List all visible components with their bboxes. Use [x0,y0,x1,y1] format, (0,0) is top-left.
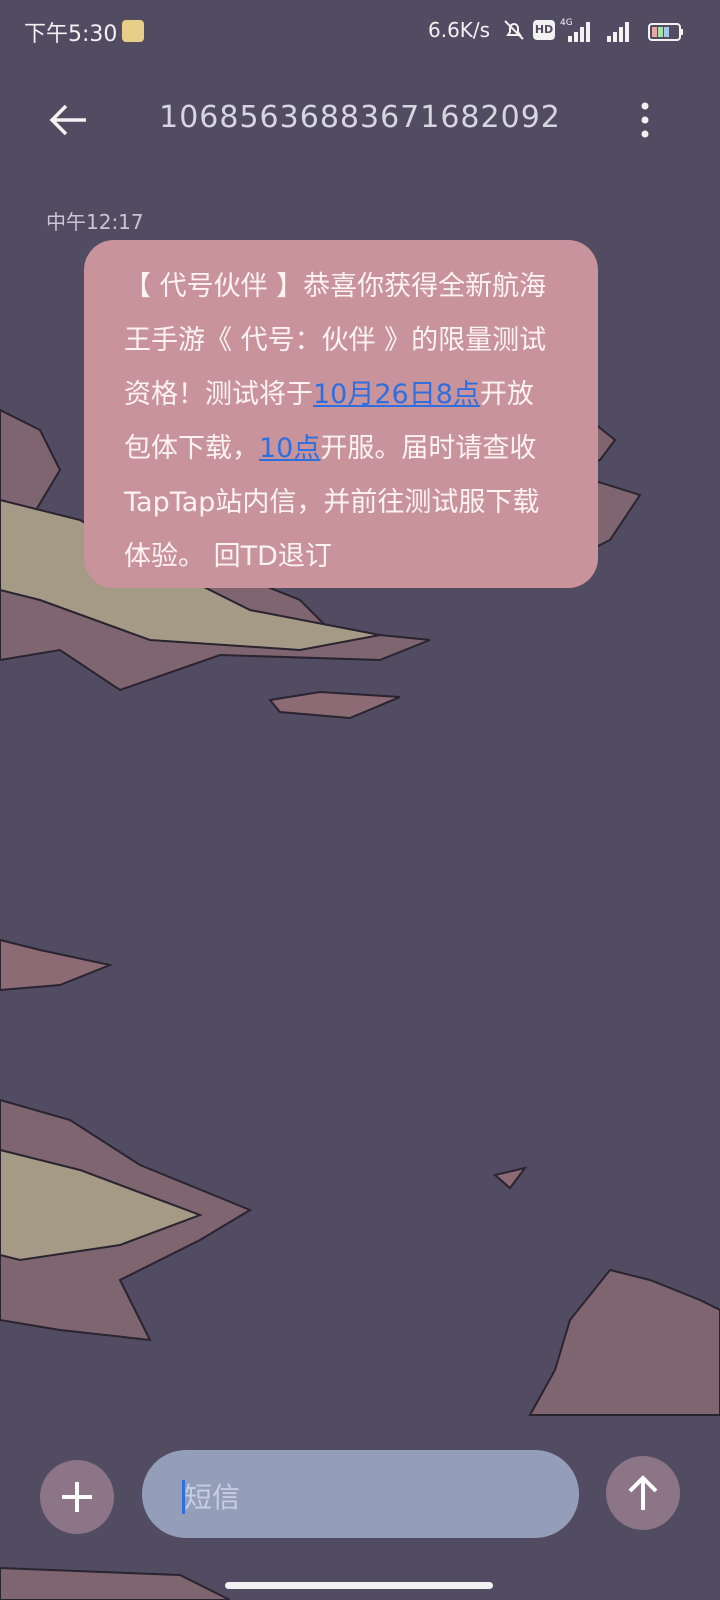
message-timestamp: 中午12:17 [46,210,144,234]
home-indicator[interactable] [225,1582,493,1589]
sender-number: 1068563688367168​2092 [159,100,561,135]
send-button[interactable] [606,1456,680,1530]
message-text: 【 代号伙伴 】恭喜你获得全新航海王手游《 代号：伙伴 》的限量测试资格！测试将… [124,260,558,584]
network-type: 4G [560,18,573,28]
plus-icon [62,1482,92,1512]
input-placeholder: 短信 [184,1481,241,1514]
message-input[interactable]: 短信 [142,1450,579,1538]
status-time: 下午5:30 [24,22,118,47]
cell-signal-4g-icon: 4G [560,18,590,42]
add-attachment-button[interactable] [40,1460,114,1534]
arrow-up-icon [628,1475,658,1510]
more-options-icon[interactable] [630,96,660,144]
message-bubble[interactable]: 【 代号伙伴 】恭喜你获得全新航海王手游《 代号：伙伴 》的限量测试资格！测试将… [84,240,598,588]
status-bar: 下午5:30 6.6K/s HD 4G [0,0,720,64]
date-link[interactable]: 10月26日8点 [313,379,480,410]
cell-signal-icon [607,22,629,42]
hd-badge: HD [533,20,555,40]
bell-muted-icon [504,20,524,40]
network-speed: 6.6K/s [428,18,491,42]
conversation-header: 1068563688367168​2092 [0,70,720,166]
battery-icon [648,23,683,41]
notification-icon [122,20,144,42]
time-link[interactable]: 10点 [259,433,320,464]
